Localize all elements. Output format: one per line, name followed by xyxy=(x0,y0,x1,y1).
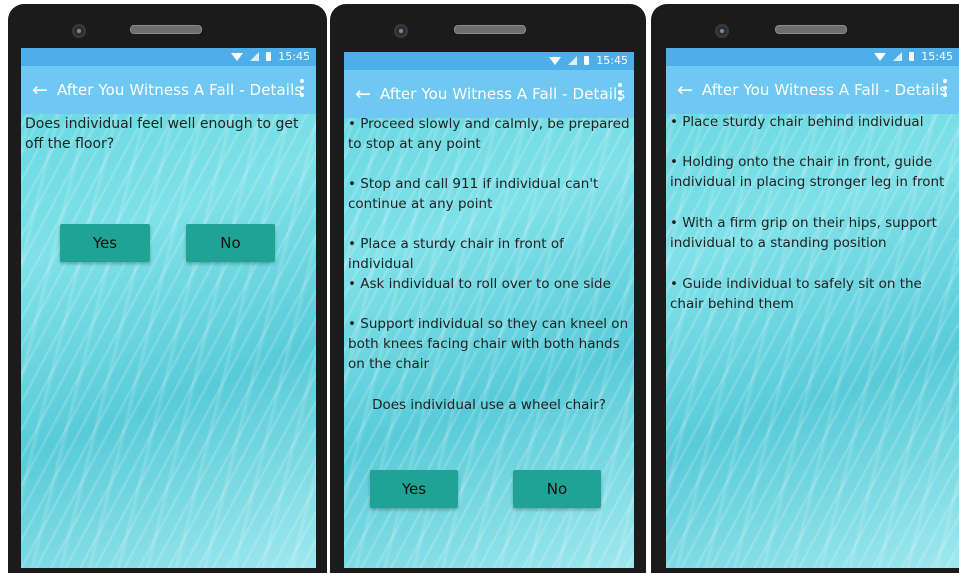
signal-icon xyxy=(893,52,903,61)
screen-2: 15:45 ← After You Witness A Fall - Detai… xyxy=(344,52,634,568)
list-item: • With a firm grip on their hips, suppor… xyxy=(670,215,937,251)
speaker-grille xyxy=(130,25,202,34)
battery-icon xyxy=(266,52,272,61)
page-title: After You Witness A Fall - Details xyxy=(57,81,303,99)
arrow-left-icon[interactable]: ← xyxy=(346,70,380,118)
status-time: 15:45 xyxy=(921,50,953,63)
status-time: 15:45 xyxy=(596,54,628,67)
camera-icon xyxy=(72,24,86,38)
page-title: After You Witness A Fall - Details xyxy=(702,81,948,99)
phone-3: 15:45 ← After You Witness A Fall - Detai… xyxy=(651,4,959,573)
yes-button[interactable]: Yes xyxy=(370,470,458,508)
content: • Proceed slowly and calmly, be prepared… xyxy=(344,114,634,568)
list-item: • Guide individual to safely sit on the … xyxy=(670,276,922,312)
speaker-grille xyxy=(454,25,526,34)
no-button[interactable]: No xyxy=(186,224,275,262)
list-item: • Place a sturdy chair in front of indiv… xyxy=(348,236,564,272)
status-bar: 15:45 xyxy=(344,52,634,70)
yes-button[interactable]: Yes xyxy=(60,224,150,262)
app-bar: ← After You Witness A Fall - Details xyxy=(666,66,959,114)
list-item: • Ask individual to roll over to one sid… xyxy=(348,276,611,292)
signal-icon xyxy=(250,52,260,61)
signal-icon xyxy=(568,56,578,65)
more-vert-icon[interactable] xyxy=(618,83,622,104)
question-text: Does individual feel well enough to get … xyxy=(25,116,299,152)
list-item: • Place sturdy chair behind individual xyxy=(670,114,924,130)
list-item: • Stop and call 911 if individual can't … xyxy=(348,176,599,212)
speaker-grille xyxy=(775,25,847,34)
status-bar: 15:45 xyxy=(666,48,959,66)
camera-icon xyxy=(394,24,408,38)
app-bar: ← After You Witness A Fall - Details xyxy=(344,70,634,118)
more-vert-icon[interactable] xyxy=(943,79,947,100)
more-vert-icon[interactable] xyxy=(300,79,304,100)
battery-icon xyxy=(909,52,915,61)
app-bar: ← After You Witness A Fall - Details xyxy=(21,66,316,114)
wifi-icon xyxy=(874,52,887,61)
camera-icon xyxy=(715,24,729,38)
list-item: • Proceed slowly and calmly, be prepared… xyxy=(348,116,630,152)
list-item: • Holding onto the chair in front, guide… xyxy=(670,154,945,190)
content: • Place sturdy chair behind individual •… xyxy=(666,112,959,568)
status-bar: 15:45 xyxy=(21,48,316,66)
screen-3: 15:45 ← After You Witness A Fall - Detai… xyxy=(666,48,959,568)
list-item: • Support individual so they can kneel o… xyxy=(348,316,629,372)
wifi-icon xyxy=(231,52,244,61)
wifi-icon xyxy=(549,56,562,65)
arrow-left-icon[interactable]: ← xyxy=(23,66,57,114)
status-time: 15:45 xyxy=(278,50,310,63)
phone-2: 15:45 ← After You Witness A Fall - Detai… xyxy=(330,4,646,573)
arrow-left-icon[interactable]: ← xyxy=(668,66,702,114)
battery-icon xyxy=(584,56,590,65)
content: Does individual feel well enough to get … xyxy=(21,114,316,568)
question-text: Does individual use a wheel chair? xyxy=(372,397,606,413)
page-title: After You Witness A Fall - Details xyxy=(380,85,626,103)
screen-1: 15:45 ← After You Witness A Fall - Detai… xyxy=(21,48,316,568)
no-button[interactable]: No xyxy=(513,470,601,508)
phone-1: 15:45 ← After You Witness A Fall - Detai… xyxy=(8,4,327,573)
